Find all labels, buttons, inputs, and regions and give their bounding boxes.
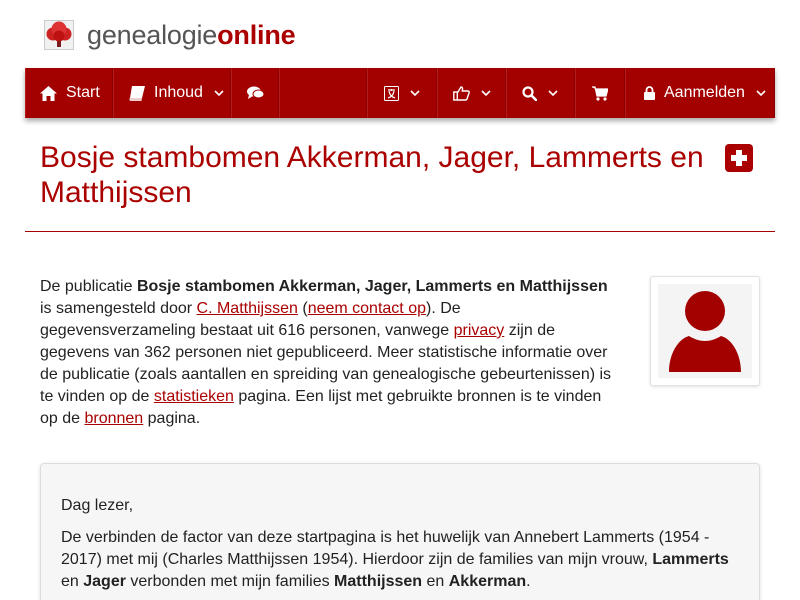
home-icon (40, 85, 57, 101)
nav-shop[interactable] (575, 68, 625, 118)
chevron-down-icon (481, 89, 491, 96)
contact-link[interactable]: neem contact op (308, 300, 426, 317)
statistics-link[interactable]: statistieken (154, 388, 234, 405)
welcome-letter-card: Dag lezer, De verbinden de factor van de… (40, 463, 760, 600)
publication-intro: De publicatie Bosje stambomen Akkerman, … (40, 278, 612, 427)
tree-logo-icon (44, 20, 74, 50)
site-logo[interactable]: genealogieonline (44, 18, 296, 52)
chevron-down-icon (548, 89, 558, 96)
nav-inhoud-label: Inhoud (154, 84, 203, 101)
main-navbar: Start Inhoud Aanmelden (25, 68, 775, 118)
nav-search[interactable] (506, 68, 575, 118)
privacy-link[interactable]: privacy (454, 322, 505, 339)
page-title: Bosje stambomen Akkerman, Jager, Lammert… (40, 141, 704, 209)
nav-start[interactable]: Start (25, 68, 113, 118)
language-icon (384, 85, 399, 101)
comments-icon (247, 86, 264, 99)
author-avatar[interactable] (650, 276, 760, 386)
author-link[interactable]: C. Matthijssen (197, 300, 298, 317)
publication-name: Bosje stambomen Akkerman, Jager, Lammert… (136, 278, 608, 295)
add-plus-button[interactable] (725, 144, 753, 172)
title-divider (25, 231, 775, 232)
sources-link[interactable]: bronnen (84, 410, 143, 427)
cart-icon (592, 85, 608, 101)
chevron-down-icon (756, 89, 766, 96)
nav-share[interactable] (437, 68, 506, 118)
user-icon (669, 291, 741, 372)
nav-inhoud[interactable]: Inhoud (113, 68, 231, 118)
chevron-down-icon (410, 89, 420, 96)
letter-paragraph: De verbinden de factor van deze startpag… (61, 529, 729, 590)
nav-start-label: Start (66, 84, 100, 101)
site-name: genealogieonline (87, 19, 296, 50)
book-icon (129, 85, 145, 101)
letter-greeting: Dag lezer, (61, 497, 134, 514)
nav-login-label: Aanmelden (664, 84, 745, 101)
search-icon (522, 85, 537, 101)
nav-forum[interactable] (231, 68, 279, 118)
nav-login[interactable]: Aanmelden (625, 68, 775, 118)
lock-icon (644, 86, 655, 100)
chevron-down-icon (214, 89, 224, 96)
nav-language[interactable] (367, 68, 437, 118)
thumbs-up-icon (453, 85, 470, 101)
